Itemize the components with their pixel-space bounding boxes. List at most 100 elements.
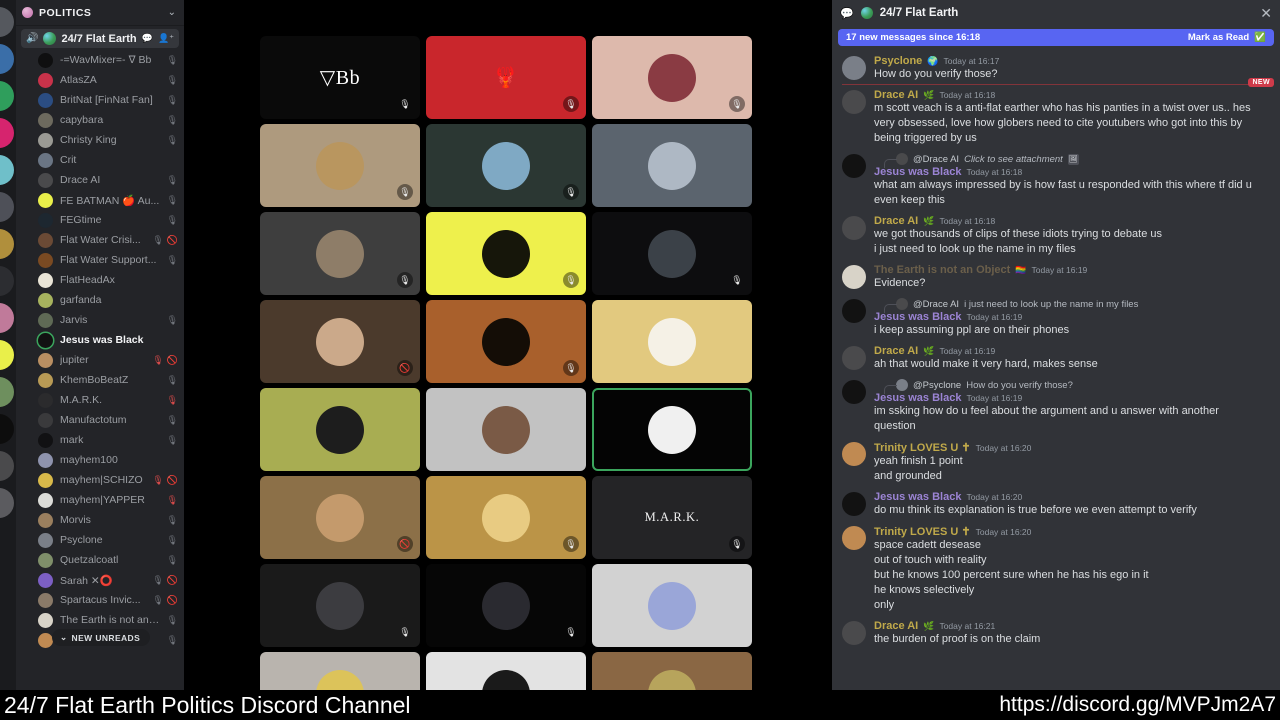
voice-member-row[interactable]: Flat Water Support... 🎙 (16, 250, 184, 270)
participant-tile[interactable]: 🎙 (260, 124, 420, 207)
participant-tile[interactable] (426, 652, 586, 690)
server-icon[interactable] (0, 451, 14, 481)
participant-tile[interactable]: 🎙 (260, 212, 420, 295)
avatar[interactable] (842, 346, 866, 370)
participant-tile[interactable]: 🎙 (426, 564, 586, 647)
participant-tile[interactable]: 🦞 🎙 (426, 36, 586, 119)
voice-member-row[interactable]: BritNat [FinNat Fan] 🎙 (16, 90, 184, 110)
chat-message[interactable]: NEW Drace AI 🌿 Today at 16:18 m scott veach … (832, 78, 1280, 148)
avatar[interactable] (842, 265, 866, 289)
chat-message[interactable]: Drace AI 🌿 Today at 16:21 the burden of pro… (832, 615, 1280, 649)
server-icon[interactable] (0, 44, 14, 74)
voice-member-row[interactable]: jupiter 🎙 🚫 (16, 350, 184, 370)
message-author[interactable]: Trinity LOVES U ✝ (874, 525, 971, 538)
server-header[interactable]: POLITICS ⌄ (16, 0, 184, 26)
message-author[interactable]: Drace AI (874, 215, 918, 227)
message-author[interactable]: Jesus was Black (874, 491, 961, 503)
participant-tile[interactable]: 🎙 (260, 564, 420, 647)
voice-member-row[interactable]: Quetzalcoatl 🎙 (16, 550, 184, 570)
voice-member-row[interactable]: capybara 🎙 (16, 110, 184, 130)
server-icon[interactable] (0, 7, 14, 37)
voice-member-row[interactable]: Manufactotum 🎙 (16, 410, 184, 430)
message-author[interactable]: Trinity LOVES U ✝ (874, 441, 971, 454)
voice-member-row[interactable]: mayhem|SCHIZO 🎙 🚫 (16, 470, 184, 490)
voice-member-row[interactable]: Sarah ✕⭕ 🎙 🚫 (16, 570, 184, 590)
voice-member-row[interactable]: FEGtime 🎙 (16, 210, 184, 230)
message-author[interactable]: Drace AI (874, 345, 918, 357)
participant-tile[interactable] (592, 300, 752, 383)
server-icon[interactable] (0, 414, 14, 444)
chat-message[interactable]: Drace AI 🌿 Today at 16:19 ah that would mak… (832, 340, 1280, 374)
voice-member-row[interactable]: Spartacus Invic... 🎙 🚫 (16, 590, 184, 610)
person-add-icon[interactable]: 👤⁺ (158, 33, 174, 44)
voice-member-row[interactable]: Christy King 🎙 (16, 130, 184, 150)
voice-member-row[interactable]: KhemBoBeatZ 🎙 (16, 370, 184, 390)
voice-member-row[interactable]: FlatHeadAx (16, 270, 184, 290)
new-messages-banner[interactable]: 17 new messages since 16:18 Mark as Read… (838, 29, 1274, 46)
voice-member-row[interactable]: Jesus was Black (16, 330, 184, 350)
server-icon[interactable] (0, 303, 14, 333)
chat-message[interactable]: Drace AI 🌿 Today at 16:18 we got thousands … (832, 210, 1280, 259)
chevron-down-icon[interactable]: ⌄ (168, 7, 176, 18)
voice-channel-row[interactable]: 🔊 24/7 Flat Earth 💬 👤⁺ (21, 29, 179, 48)
participant-tile[interactable]: 🎙 (426, 300, 586, 383)
server-icon[interactable] (0, 118, 14, 148)
participant-tile[interactable] (592, 652, 752, 690)
message-author[interactable]: Drace AI (874, 620, 918, 632)
server-icon[interactable] (0, 81, 14, 111)
server-icon[interactable] (0, 155, 14, 185)
server-icon[interactable] (0, 488, 14, 518)
voice-member-row[interactable]: Flat Water Crisi... 🎙 🚫 (16, 230, 184, 250)
chat-bubble-icon[interactable]: 💬 (142, 33, 153, 44)
voice-member-row[interactable]: The Earth is not an ... 🎙 (16, 610, 184, 630)
participant-tile[interactable]: 🎙 (426, 212, 586, 295)
participant-tile[interactable]: 🎙 (592, 212, 752, 295)
participant-tile[interactable]: 🚫 (260, 476, 420, 559)
voice-member-row[interactable]: mayhem100 (16, 450, 184, 470)
chat-message[interactable]: The Earth is not an Object 🏳️‍🌈 Today at 1… (832, 259, 1280, 293)
participant-tile[interactable]: 🚫 (260, 300, 420, 383)
participant-tile[interactable]: 🎙 (592, 36, 752, 119)
voice-member-row[interactable]: mayhem|YAPPER 🎙 (16, 490, 184, 510)
participant-tile[interactable] (260, 388, 420, 471)
voice-member-row[interactable]: M.A.R.K. 🎙 (16, 390, 184, 410)
voice-member-row[interactable]: Crit (16, 150, 184, 170)
chat-message[interactable]: Jesus was Black Today at 16:20 do mu think… (832, 486, 1280, 520)
voice-member-row[interactable]: Psyclone 🎙 (16, 530, 184, 550)
chat-message[interactable]: @Drace AI Click to see attachment 🖼 Jesus w… (832, 148, 1280, 210)
reply-reference[interactable]: @Drace AI Click to see attachment 🖼 (884, 153, 1270, 168)
mark-read-icon[interactable]: ✅ (1254, 32, 1266, 43)
message-author[interactable]: The Earth is not an Object (874, 264, 1010, 276)
close-icon[interactable]: ✕ (1260, 6, 1272, 20)
voice-member-row[interactable]: Morvis 🎙 (16, 510, 184, 530)
participant-tile[interactable]: ▽Bb 🎙 (260, 36, 420, 119)
avatar[interactable] (842, 299, 866, 323)
participant-tile[interactable] (592, 124, 752, 207)
voice-member-row[interactable]: Jarvis 🎙 (16, 310, 184, 330)
server-icon[interactable] (0, 377, 14, 407)
server-icon[interactable] (0, 340, 14, 370)
voice-member-row[interactable]: AtlasZA 🎙 (16, 70, 184, 90)
participant-tile[interactable] (592, 564, 752, 647)
chat-message[interactable]: @Drace AI i just need to look up the name… (832, 293, 1280, 340)
participant-tile[interactable]: 🎙 (426, 124, 586, 207)
message-author[interactable]: Drace AI (874, 89, 918, 101)
participant-tile[interactable] (260, 652, 420, 690)
voice-member-row[interactable]: FE BATMAN 🍎 Au... 🎙 (16, 190, 184, 210)
voice-member-row[interactable]: garfanda (16, 290, 184, 310)
avatar[interactable] (842, 154, 866, 178)
chat-message[interactable]: Psyclone 🌍 Today at 16:17 How do you verify… (832, 50, 1280, 84)
avatar[interactable] (842, 380, 866, 404)
mark-as-read-button[interactable]: Mark as Read (1188, 32, 1249, 43)
server-rail[interactable] (0, 0, 16, 690)
message-author[interactable]: Psyclone (874, 55, 922, 67)
participant-tile[interactable]: 🎙 (426, 476, 586, 559)
avatar[interactable] (842, 216, 866, 240)
server-icon[interactable] (0, 229, 14, 259)
chat-message[interactable]: @Psyclone How do you verify those? Jesus w… (832, 374, 1280, 436)
participant-tile[interactable] (592, 388, 752, 471)
avatar[interactable] (842, 526, 866, 550)
new-unreads-pill[interactable]: ⌄ NEW UNREADS (52, 629, 151, 646)
voice-member-row[interactable]: -=WavMixer=- ᐁ Bb 🎙 (16, 50, 184, 70)
reply-reference[interactable]: @Psyclone How do you verify those? (884, 379, 1270, 394)
